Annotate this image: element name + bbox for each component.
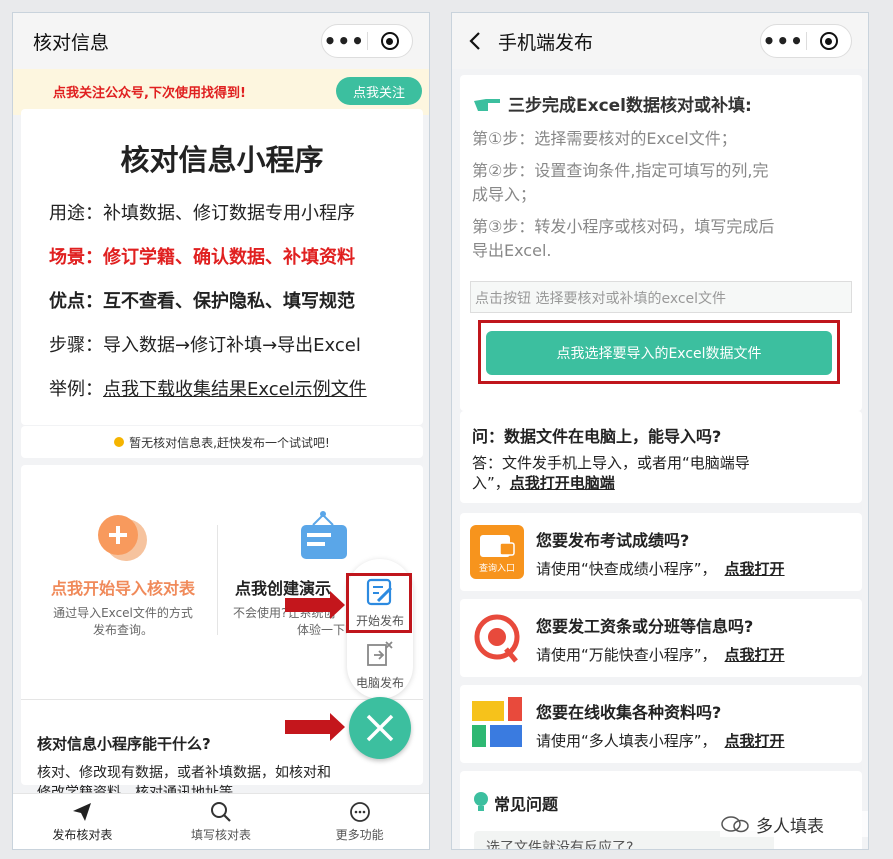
mini-program-capsule: ••• [760,24,852,58]
tab-more[interactable]: 更多功能 [290,794,429,849]
pointing-hand-icon [474,99,500,111]
follow-button[interactable]: 点我关注 [336,77,422,105]
intro-card: 核对信息小程序 用途：补填数据、修订数据专用小程序 场景：修订学籍、确认数据、补… [21,109,423,425]
more-dots-icon[interactable]: ••• [761,31,806,51]
download-example-link[interactable]: 点我下载收集结果Excel示例文件 [103,379,367,400]
example-line: 举例：点我下载收集结果Excel示例文件 [49,379,367,400]
file-path-field[interactable]: 点击按钮 选择要核对或补填的excel文件 [470,281,852,313]
intro-heading: 核对信息小程序 [120,143,324,177]
promo-collect-text: 请使用“多人填表小程序”， 点我打开 [536,732,785,750]
empty-notice: 暂无核对信息表,赶快发布一个试试吧! [21,426,423,458]
form-fill-icon[interactable] [470,695,526,751]
close-program-icon[interactable] [806,32,851,50]
import-icon[interactable] [96,513,150,563]
pc-publish-item[interactable]: 电脑发布 [347,639,413,691]
bottom-tab-bar: 发布核对表 填写核对表 更多功能 [13,793,429,849]
tab-fill[interactable]: 填写核对表 [152,794,291,849]
pc-export-icon [367,641,393,666]
promo-salary: 您要发工资条或分班等信息吗? 请使用“万能快查小程序”， 点我打开 [460,599,862,677]
tab-publish[interactable]: 发布核对表 [13,794,152,849]
warning-icon [114,437,125,447]
import-title[interactable]: 点我开始导入核对表 [33,575,213,599]
send-icon [73,802,92,821]
arrow-to-start-icon [285,591,345,619]
fab-close-button[interactable] [349,697,411,759]
page-title: 手机端发布 [498,32,594,54]
open-collect-link[interactable]: 点我打开 [725,732,785,750]
watermark: 多人填表 [720,811,868,837]
left-title-bar: 核对信息 ••• [13,13,429,69]
right-title-bar: 手机端发布 ••• [452,13,868,69]
promo-salary-title: 您要发工资条或分班等信息吗? [536,617,754,636]
merit-line: 优点：互不查看、保护隐私、填写规范 [49,291,355,312]
usage-line: 用途：补填数据、修订数据专用小程序 [49,203,355,224]
common-questions-title: 常见问题 [494,795,559,814]
more-dots-icon[interactable]: ••• [322,31,367,51]
back-chevron-icon[interactable] [468,31,482,51]
import-desc: 通过导入Excel文件的方式 发布查询。 [53,606,193,637]
promo-collect-title: 您要在线收集各种资料吗? [536,703,722,722]
page-title: 核对信息 [33,32,110,54]
wechat-icon [721,816,749,833]
promo-exam: 查询入口 您要发布考试成绩吗? 请使用“快查成绩小程序”， 点我打开 [460,513,862,591]
qa-card: 问：数据文件在电脑上，能导入吗? 答：文件发手机上导入，或者用“电脑端导 入”，… [460,411,862,503]
demo-title[interactable]: 点我创建演示 [235,575,331,599]
mini-program-capsule: ••• [321,24,413,58]
lightbulb-icon [474,792,488,811]
promo-collect: 您要在线收集各种资料吗? 请使用“多人填表小程序”， 点我打开 [460,685,862,763]
more-circle-icon [349,801,370,822]
open-exam-link[interactable]: 点我打开 [725,560,785,578]
left-phone-screen: 核对信息 ••• 点我关注公众号,下次使用找得到! 点我关注 核对信息小程序 用… [12,12,430,850]
highlight-box-select [478,320,840,384]
open-quick-link[interactable]: 点我打开 [725,646,785,664]
open-pc-link[interactable]: 点我打开电脑端 [510,474,615,492]
faq-title: 核对信息小程序能干什么? [37,735,211,753]
steps-line: 步骤：导入数据→修订补填→导出Excel [49,335,361,356]
empty-notice-text: 暂无核对信息表,赶快发布一个试试吧! [129,435,330,450]
qa-answer: 答：文件发手机上导入，或者用“电脑端导 入”，点我打开电脑端 [472,454,750,492]
steps-heading: 三步完成Excel数据核对或补填: [508,96,752,116]
right-phone-screen: 手机端发布 ••• 三步完成Excel数据核对或补填: 第①步：选择需要核对的E… [451,12,869,850]
close-icon [366,714,394,742]
quick-query-icon[interactable] [470,611,524,665]
promo-exam-text: 请使用“快查成绩小程序”， 点我打开 [536,560,785,578]
promo-exam-title: 您要发布考试成绩吗? [536,531,690,550]
scene-line: 场景：修订学籍、确认数据、补填资料 [49,247,355,268]
follow-banner-text: 点我关注公众号,下次使用找得到! [53,86,246,101]
close-program-icon[interactable] [367,32,412,50]
demo-board-icon[interactable] [293,511,355,565]
steps-text: 第①步：选择需要核对的Excel文件； 第②步：设置查询条件,指定可填写的列,完… [472,129,775,260]
search-icon [211,801,231,822]
promo-salary-text: 请使用“万能快查小程序”， 点我打开 [536,646,785,664]
arrow-to-fab-icon [285,713,345,741]
qa-question: 问：数据文件在电脑上，能导入吗? [472,427,722,446]
highlight-box-start [346,573,412,633]
